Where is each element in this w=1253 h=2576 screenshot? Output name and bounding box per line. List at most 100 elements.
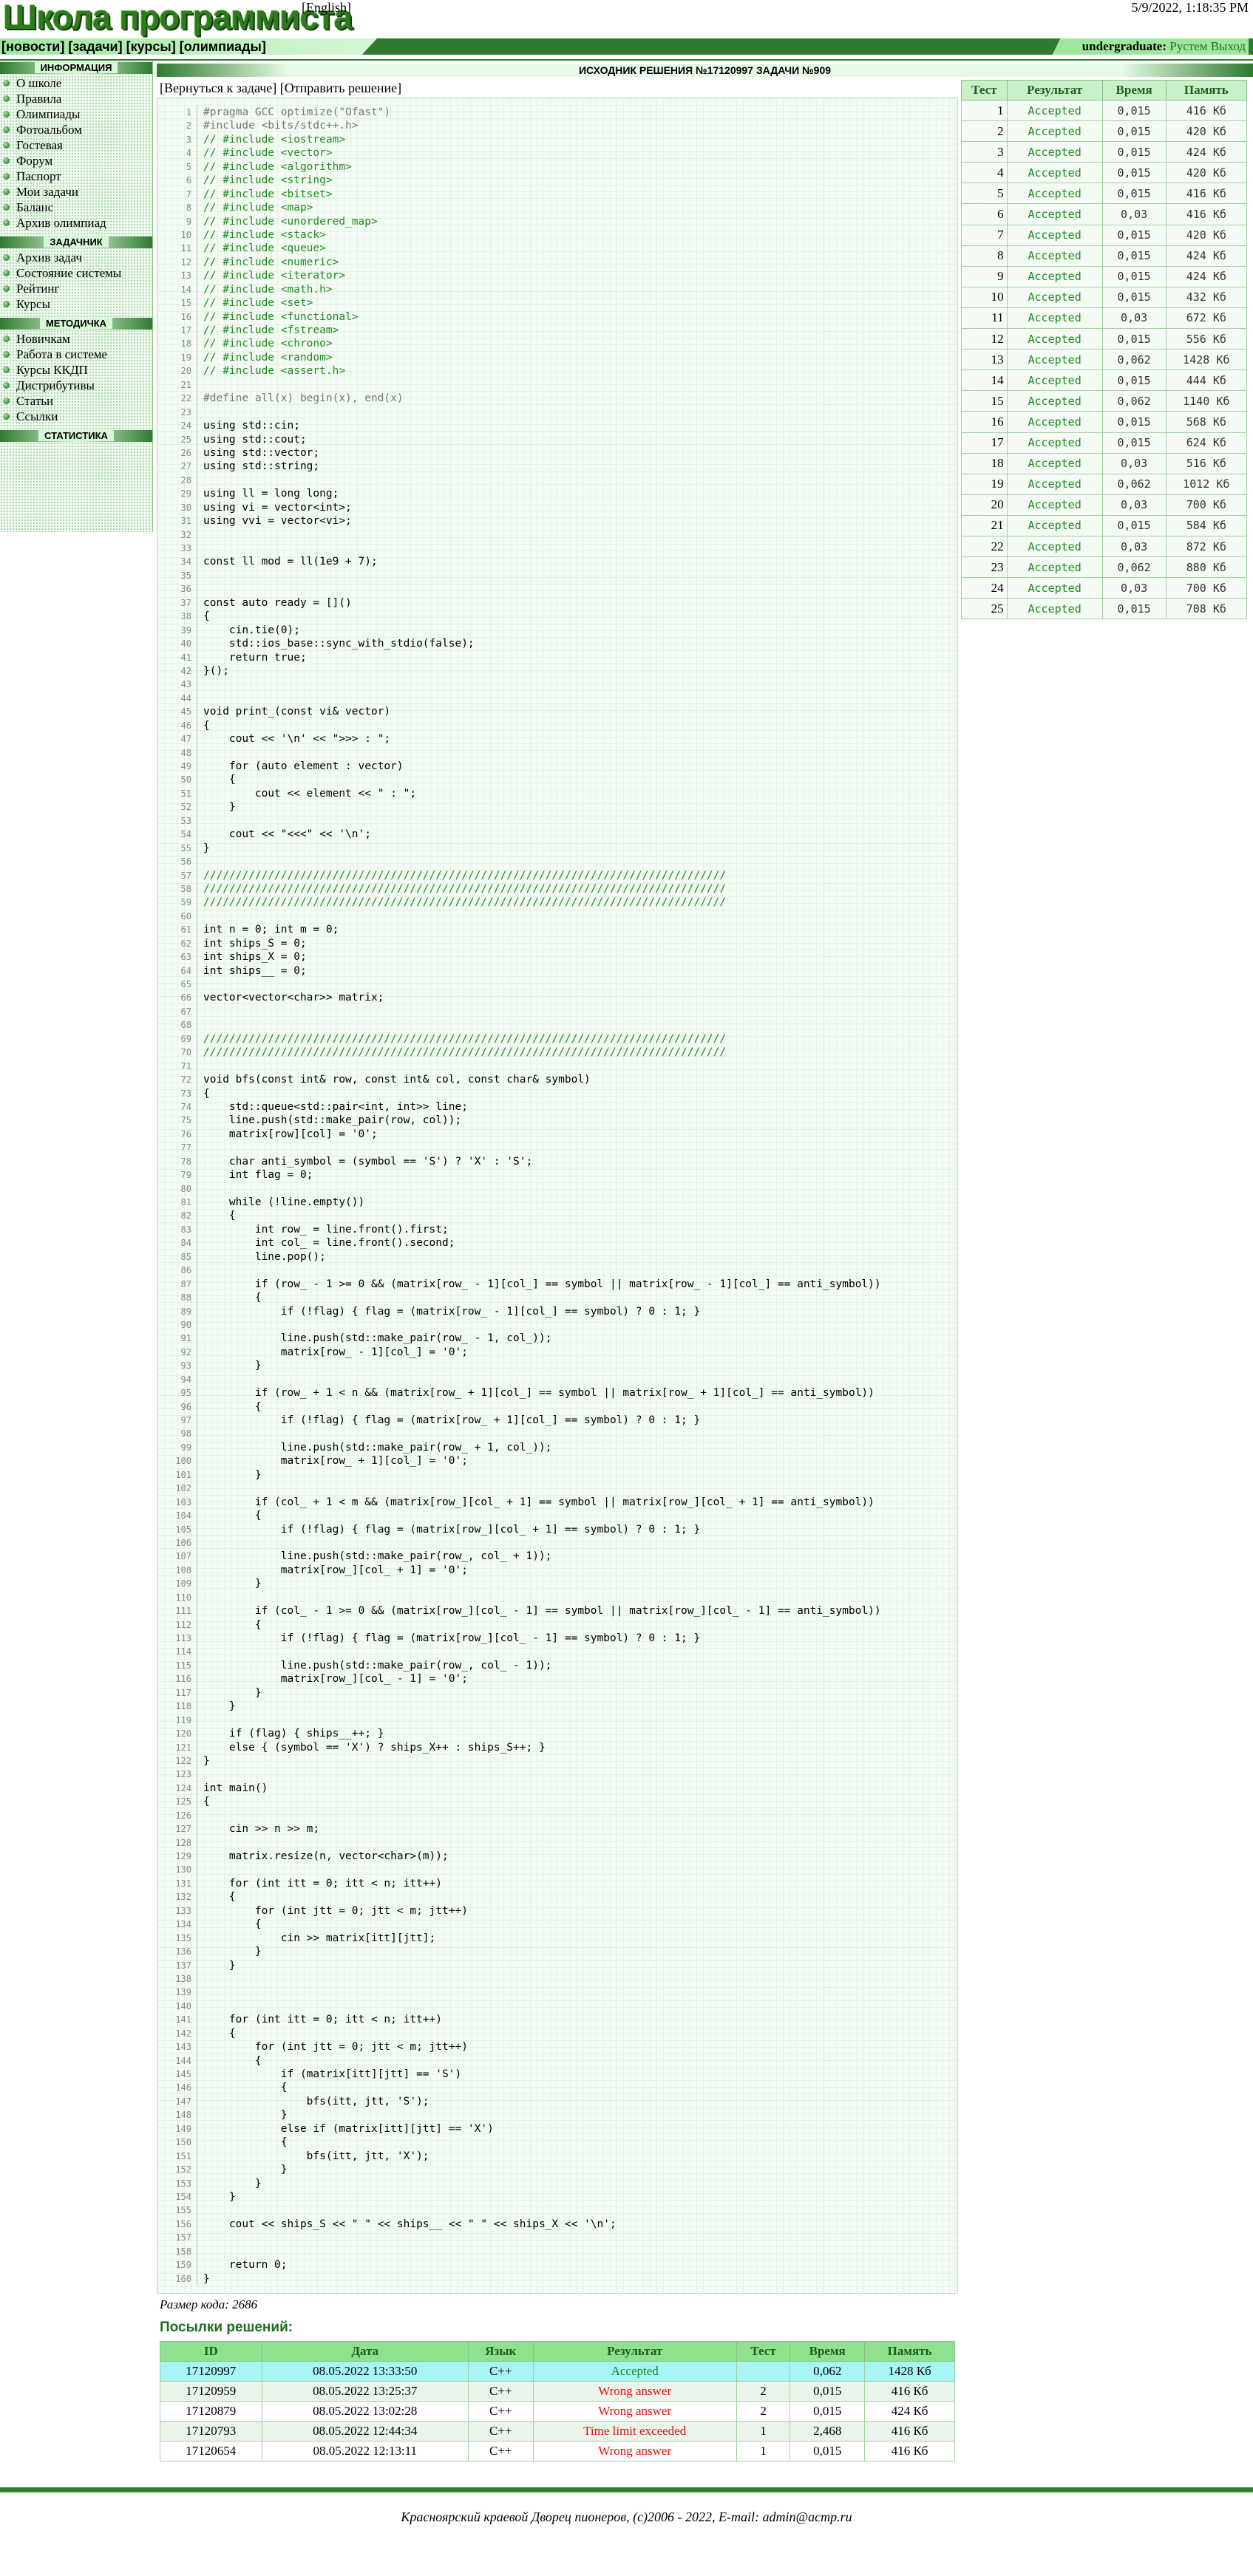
sidebar-item-link[interactable]: Фотоальбом <box>16 123 82 137</box>
sidebar-item-link[interactable]: Форум <box>16 154 52 168</box>
code-text: int col_ = line.front().second; <box>203 1237 455 1250</box>
line-number: 53 <box>157 814 197 828</box>
code-text: using std::string; <box>203 460 320 473</box>
sidebar-item[interactable]: Гостевая <box>0 137 152 153</box>
sidebar-item-link[interactable]: Состояние системы <box>16 266 121 280</box>
sidebar-item-link[interactable]: Баланс <box>16 200 53 214</box>
sidebar-item[interactable]: Ссылки <box>0 409 152 424</box>
nav-news-link[interactable]: [новости] <box>1 39 64 54</box>
sidebar-item-link[interactable]: Паспорт <box>16 169 61 183</box>
language-link[interactable]: [English] <box>302 0 351 16</box>
sidebar-item[interactable]: Фотоальбом <box>0 122 152 137</box>
submission-row[interactable]: 17120959 08.05.2022 13:25:37 C++ Wrong answ… <box>160 2381 955 2402</box>
sidebar-item[interactable]: Дистрибутивы <box>0 378 152 393</box>
sidebar-item[interactable]: О школе <box>0 75 152 91</box>
sidebar-item-link[interactable]: Статьи <box>16 394 53 408</box>
submission-id-cell[interactable]: 17120654 <box>160 2441 262 2461</box>
sidebar-item[interactable]: Архив задач <box>0 250 152 265</box>
sidebar-item-link[interactable]: Ссылки <box>16 409 58 423</box>
user-name-link[interactable]: Рустем <box>1169 39 1207 53</box>
back-to-task-link[interactable]: [Вернуться к задаче] <box>160 81 276 95</box>
sidebar-item[interactable]: Курсы ККДП <box>0 362 152 378</box>
code-text: { <box>203 2027 236 2040</box>
sidebar-item-link[interactable]: Архив задач <box>16 251 82 265</box>
line-number: 156 <box>157 2217 197 2232</box>
test-cell: 0,015 <box>1101 120 1167 143</box>
sidebar-item[interactable]: Курсы <box>0 296 152 312</box>
sidebar-item[interactable]: Статьи <box>0 393 152 409</box>
nav-olympiads-link[interactable]: [олимпиады] <box>180 39 266 54</box>
submission-lang: C++ <box>489 2424 512 2438</box>
sidebar-item-link[interactable]: Рейтинг <box>16 282 59 296</box>
code-line: 8 // #include <map> <box>157 201 957 215</box>
test-cell: 568 Кб <box>1165 411 1248 433</box>
sidebar-item-link[interactable]: Мои задачи <box>16 185 78 199</box>
line-number: 9 <box>157 214 197 228</box>
test-row: 6 Accepted 0,03 416 Кб <box>961 203 1248 225</box>
submission-id-cell[interactable]: 17120997 <box>160 2361 262 2382</box>
submission-id[interactable]: 17120879 <box>186 2404 236 2418</box>
code-text: // #include <math.h> <box>203 283 333 296</box>
sidebar-item[interactable]: Состояние системы <box>0 265 152 281</box>
test-cell: 0,03 <box>1101 203 1167 225</box>
submission-id[interactable]: 17120959 <box>186 2384 236 2398</box>
sidebar-item-link[interactable]: Олимпиады <box>16 107 80 121</box>
submission-id[interactable]: 17120997 <box>186 2364 236 2378</box>
test-cell: 0,03 <box>1101 452 1167 474</box>
submit-solution-link[interactable]: [Отправить решение] <box>280 81 401 95</box>
code-line: 139 <box>157 1986 957 2000</box>
code-line: 146 { <box>157 2081 957 2095</box>
sidebar-item-link[interactable]: Архив олимпиад <box>16 216 106 230</box>
test-cell: 0,015 <box>1101 265 1167 287</box>
sidebar-item[interactable]: Олимпиады <box>0 106 152 122</box>
submission-row[interactable]: 17120654 08.05.2022 12:13:11 C++ Wrong answ… <box>160 2441 955 2461</box>
sidebar-item-link[interactable]: Курсы ККДП <box>16 363 88 377</box>
sidebar-item[interactable]: Мои задачи <box>0 184 152 200</box>
sidebar-item[interactable]: Работа в системе <box>0 347 152 362</box>
sidebar-item-link[interactable]: Работа в системе <box>16 347 107 361</box>
submission-row[interactable]: 17120879 08.05.2022 13:02:28 C++ Wrong answ… <box>160 2401 955 2422</box>
sidebar-section-title: СТАТИСТИКА <box>38 430 114 441</box>
code-line: 113 if (!flag) { flag = (matrix[row_][co… <box>157 1632 957 1646</box>
sidebar-item-link[interactable]: Курсы <box>16 297 50 311</box>
test-cell: 672 Кб <box>1165 307 1248 330</box>
source-code-box[interactable]: 1 #pragma GCC optimize("Ofast") 2 #include … <box>157 98 958 2294</box>
logout-link[interactable]: Выход <box>1211 39 1246 53</box>
sidebar-item-link[interactable]: Дистрибутивы <box>16 378 95 392</box>
sidebar-item-link[interactable]: Правила <box>16 92 61 106</box>
submission-time-cell: 0,015 <box>790 2401 866 2422</box>
test-cell: 3 <box>961 141 1008 163</box>
sidebar-item[interactable]: Форум <box>0 153 152 168</box>
submission-date-cell: 08.05.2022 12:44:34 <box>261 2421 469 2442</box>
current-datetime: 5/9/2022, 1:18:35 PM <box>1131 0 1249 15</box>
submission-test: 1 <box>760 2424 767 2438</box>
submission-mem: 416 Кб <box>891 2384 928 2398</box>
nav-courses-link[interactable]: [курсы] <box>126 39 176 54</box>
sidebar-item[interactable]: Архив олимпиад <box>0 215 152 231</box>
submission-lang-cell: C++ <box>467 2361 534 2382</box>
submission-id-cell[interactable]: 17120959 <box>160 2381 262 2402</box>
sidebar-item[interactable]: Правила <box>0 91 152 106</box>
sidebar-item[interactable]: Баланс <box>0 200 152 215</box>
test-cell: Accepted <box>1006 535 1103 558</box>
line-number: 63 <box>157 950 197 964</box>
site-logo[interactable]: Школа программиста <box>3 0 353 37</box>
submission-row[interactable]: 17120997 08.05.2022 13:33:50 C++ Accepted 0,… <box>160 2361 955 2382</box>
submission-id-cell[interactable]: 17120879 <box>160 2401 262 2422</box>
code-text: int main() <box>203 1782 268 1794</box>
submission-id[interactable]: 17120793 <box>186 2424 236 2438</box>
sidebar-section-heading: ЗАДАЧНИК <box>0 236 152 248</box>
code-text: ////////////////////////////////////////… <box>203 896 727 909</box>
submission-row[interactable]: 17120793 08.05.2022 12:44:34 C++ Time limit… <box>160 2421 955 2442</box>
sidebar-item[interactable]: Паспорт <box>0 168 152 184</box>
submission-id[interactable]: 17120654 <box>186 2444 236 2458</box>
submission-id-cell[interactable]: 17120793 <box>160 2421 262 2442</box>
sidebar-item-link[interactable]: О школе <box>16 76 61 90</box>
test-cell: 8 <box>961 245 1008 267</box>
sidebar-item[interactable]: Рейтинг <box>0 281 152 296</box>
sidebar-item[interactable]: Новичкам <box>0 331 152 347</box>
nav-tasks-link[interactable]: [задачи] <box>68 39 122 54</box>
sidebar-item-link[interactable]: Новичкам <box>16 332 70 346</box>
sidebar-item-link[interactable]: Гостевая <box>16 138 63 152</box>
